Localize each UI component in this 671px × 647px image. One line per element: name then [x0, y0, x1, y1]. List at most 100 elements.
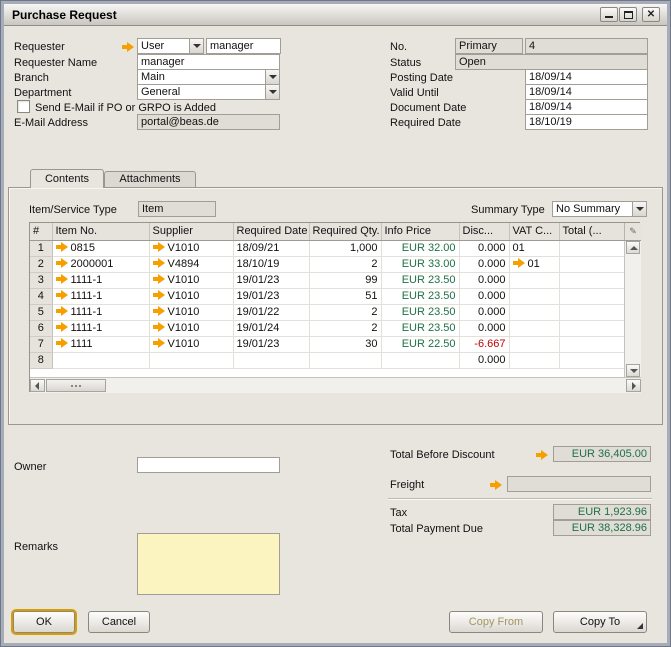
row-number-cell[interactable]: 7	[30, 336, 52, 352]
discount-cell[interactable]: -6.667	[459, 336, 509, 352]
scroll-up-icon[interactable]	[626, 241, 640, 254]
info-price-cell[interactable]: EUR 23.50	[381, 272, 459, 288]
chevron-down-icon[interactable]	[265, 85, 279, 99]
link-arrow-icon[interactable]	[56, 290, 68, 300]
requester-type-select[interactable]: User	[137, 38, 204, 54]
document-date-input[interactable]: 18/09/14	[525, 99, 648, 115]
vat-code-cell[interactable]	[509, 320, 559, 336]
item-no-cell[interactable]: 1111-1	[52, 272, 149, 288]
scroll-down-icon[interactable]	[626, 364, 640, 377]
link-arrow-icon[interactable]	[153, 242, 165, 252]
total-cell[interactable]	[559, 256, 624, 272]
freight-link-arrow-icon[interactable]	[490, 480, 502, 490]
discount-cell[interactable]: 0.000	[459, 352, 509, 368]
maximize-button[interactable]	[619, 7, 637, 22]
required-qty-cell[interactable]: 30	[309, 336, 381, 352]
grid-column-header[interactable]: Item No.	[52, 223, 149, 240]
link-arrow-icon[interactable]	[56, 242, 68, 252]
info-price-cell[interactable]: EUR 32.00	[381, 240, 459, 256]
grid-column-header[interactable]: Required Qty.	[309, 223, 381, 240]
total-cell[interactable]	[559, 272, 624, 288]
link-arrow-icon[interactable]	[56, 322, 68, 332]
chevron-down-icon[interactable]	[189, 39, 203, 53]
link-arrow-icon[interactable]	[153, 258, 165, 268]
row-number-cell[interactable]: 4	[30, 288, 52, 304]
email-address-field[interactable]: portal@beas.de	[137, 114, 280, 130]
total-before-discount-link-arrow-icon[interactable]	[536, 450, 548, 460]
posting-date-input[interactable]: 18/09/14	[525, 69, 648, 85]
chevron-down-icon[interactable]	[265, 70, 279, 84]
vat-code-cell[interactable]	[509, 304, 559, 320]
link-arrow-icon[interactable]	[513, 258, 525, 268]
scrollbar-thumb[interactable]	[46, 379, 106, 392]
info-price-cell[interactable]: EUR 23.50	[381, 304, 459, 320]
row-number-cell[interactable]: 8	[30, 352, 52, 368]
discount-cell[interactable]: 0.000	[459, 272, 509, 288]
row-number-cell[interactable]: 1	[30, 240, 52, 256]
total-cell[interactable]	[559, 304, 624, 320]
required-qty-cell[interactable]: 2	[309, 320, 381, 336]
vat-code-cell[interactable]	[509, 288, 559, 304]
required-date-cell[interactable]: 19/01/23	[233, 288, 309, 304]
send-email-checkbox[interactable]	[17, 100, 30, 113]
no-value-field[interactable]: 4	[525, 38, 648, 54]
link-arrow-icon[interactable]	[153, 306, 165, 316]
grid-column-header[interactable]: Supplier	[149, 223, 233, 240]
discount-cell[interactable]: 0.000	[459, 320, 509, 336]
chevron-down-icon[interactable]	[632, 202, 646, 216]
minimize-button[interactable]	[600, 7, 618, 22]
info-price-cell[interactable]: EUR 33.00	[381, 256, 459, 272]
supplier-cell[interactable]: V1010	[149, 288, 233, 304]
link-arrow-icon[interactable]	[56, 274, 68, 284]
total-cell[interactable]	[559, 288, 624, 304]
vat-code-cell[interactable]	[509, 272, 559, 288]
department-select[interactable]: General	[137, 84, 280, 100]
required-date-cell[interactable]: 19/01/23	[233, 272, 309, 288]
discount-cell[interactable]: 0.000	[459, 304, 509, 320]
total-cell[interactable]	[559, 320, 624, 336]
ok-button[interactable]: OK	[13, 611, 75, 633]
required-date-input[interactable]: 18/10/19	[525, 114, 648, 130]
required-qty-cell[interactable]: 2	[309, 304, 381, 320]
discount-cell[interactable]: 0.000	[459, 240, 509, 256]
grid-column-header[interactable]: #	[30, 223, 52, 240]
requester-name-input[interactable]: manager	[137, 54, 280, 70]
row-number-cell[interactable]: 5	[30, 304, 52, 320]
total-cell[interactable]	[559, 240, 624, 256]
copy-to-button[interactable]: Copy To	[553, 611, 647, 633]
required-qty-cell[interactable]: 1,000	[309, 240, 381, 256]
item-service-type-field[interactable]: Item	[138, 201, 216, 217]
info-price-cell[interactable]: EUR 22.50	[381, 336, 459, 352]
grid-column-header[interactable]: Required Date	[233, 223, 309, 240]
row-number-cell[interactable]: 3	[30, 272, 52, 288]
grid-column-header[interactable]: Info Price	[381, 223, 459, 240]
discount-cell[interactable]: 0.000	[459, 288, 509, 304]
owner-input[interactable]	[137, 457, 280, 473]
item-no-cell[interactable]: 0815	[52, 240, 149, 256]
item-no-cell[interactable]: 1111	[52, 336, 149, 352]
required-date-cell[interactable]	[233, 352, 309, 368]
supplier-cell[interactable]: V1010	[149, 240, 233, 256]
supplier-cell[interactable]: V1010	[149, 272, 233, 288]
tab-contents[interactable]: Contents	[30, 169, 104, 188]
freight-field[interactable]	[507, 476, 651, 492]
grid-horizontal-scrollbar[interactable]	[30, 377, 641, 393]
required-qty-cell[interactable]: 2	[309, 256, 381, 272]
link-arrow-icon[interactable]	[153, 322, 165, 332]
required-qty-cell[interactable]: 99	[309, 272, 381, 288]
scroll-right-icon[interactable]	[626, 379, 641, 392]
link-arrow-icon[interactable]	[56, 306, 68, 316]
supplier-cell[interactable]: V1010	[149, 304, 233, 320]
item-no-cell[interactable]: 2000001	[52, 256, 149, 272]
required-date-cell[interactable]: 19/01/22	[233, 304, 309, 320]
grid-column-header[interactable]: Disc...	[459, 223, 509, 240]
vat-code-cell[interactable]	[509, 336, 559, 352]
link-arrow-icon[interactable]	[56, 338, 68, 348]
valid-until-input[interactable]: 18/09/14	[525, 84, 648, 100]
link-arrow-icon[interactable]	[153, 274, 165, 284]
supplier-cell[interactable]: V1010	[149, 336, 233, 352]
required-date-cell[interactable]: 19/01/24	[233, 320, 309, 336]
total-cell[interactable]	[559, 336, 624, 352]
vat-code-cell[interactable]	[509, 352, 559, 368]
required-date-cell[interactable]: 18/09/21	[233, 240, 309, 256]
